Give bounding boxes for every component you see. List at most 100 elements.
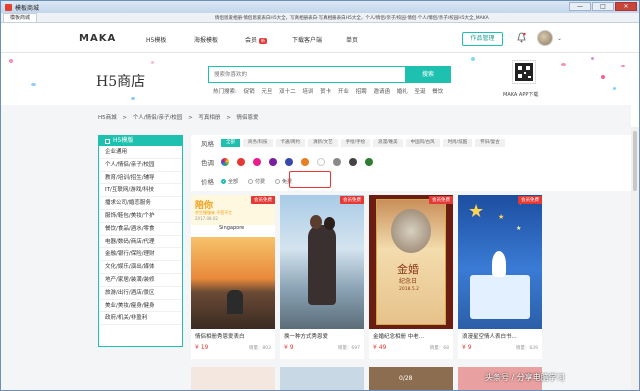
hot-term[interactable]: 开业	[338, 89, 349, 95]
breadcrumb-personal[interactable]: 个人/情侣/亲子/校园	[133, 115, 183, 121]
star-icon: ★	[468, 201, 485, 222]
scrollbar[interactable]	[631, 127, 639, 390]
price-all-radio[interactable]: 全部	[221, 178, 238, 185]
color-swatch[interactable]	[301, 158, 309, 166]
search-input[interactable]	[209, 67, 405, 82]
nav-poster-templates[interactable]: 海报模板	[194, 35, 218, 44]
sidebar-item[interactable]: 金融/银行/保险/理财	[99, 248, 182, 262]
maka-logo[interactable]: MAKA	[79, 33, 116, 44]
style-option[interactable]: 清新/文艺	[308, 139, 338, 147]
nav-h5-templates[interactable]: H5模板	[146, 35, 166, 44]
style-option[interactable]: 全部	[221, 139, 240, 147]
style-option[interactable]: 怀旧/复古	[475, 139, 505, 147]
card-title[interactable]: 浪漫星空情人表白书...	[462, 332, 517, 340]
close-button[interactable]: ✕	[615, 2, 637, 11]
search-box[interactable]	[208, 66, 406, 83]
sidebar-head[interactable]: H5模版	[99, 136, 182, 146]
price-paid-radio[interactable]: 付费	[248, 178, 265, 185]
sidebar-item[interactable]: 服饰/鞋包/美妆/个护	[99, 210, 182, 223]
hero-banner: H5商店 搜索 热门搜索: 促销 元旦 双十二 培训 贺卡 开业 招聘 邀请函 …	[1, 53, 639, 105]
nav-member-label: 会员	[245, 37, 258, 44]
sidebar-item[interactable]: 播求公司/婚恋服务	[99, 197, 182, 210]
color-swatch[interactable]	[365, 158, 373, 166]
template-thumbnail[interactable]: 陪你 余生慢慢来 不慌不忙 2017.08.02 Singapore 会员免费	[191, 195, 275, 329]
nav-download-client[interactable]: 下载客户端	[292, 35, 322, 44]
template-thumbnail[interactable]: 金婚 纪念日 2018.5.2 会员免费	[369, 195, 453, 329]
search-button[interactable]: 搜索	[405, 66, 451, 83]
maximize-button[interactable]: □	[592, 2, 614, 11]
hot-label: 热门搜索:	[213, 89, 237, 95]
hot-term[interactable]: 邀请函	[373, 89, 390, 95]
qr-label: MAKA APP下载	[503, 92, 539, 98]
hot-term[interactable]: 圣诞	[415, 89, 426, 95]
sidebar-item[interactable]: IT/互联网/游戏/科技	[99, 184, 182, 198]
hot-term[interactable]: 促销	[244, 89, 255, 95]
sidebar-item[interactable]: 地产/家居/装潢/装修	[99, 274, 182, 287]
style-option[interactable]: 浪漫/唯美	[373, 139, 403, 147]
style-option[interactable]: 手绘/手绘	[340, 139, 371, 147]
card-price: ¥ 19	[195, 344, 209, 351]
star-icon: ★	[498, 213, 505, 221]
color-filter-row: 色调	[191, 155, 381, 169]
card-title[interactable]: 金婚纪念相册 中老...	[373, 332, 424, 340]
nav-member[interactable]: 会员新	[245, 35, 268, 44]
price-all-label: 全部	[228, 178, 239, 185]
card-sales: 销量：697	[337, 346, 360, 351]
sidebar-item[interactable]: 个人/情侣/亲子/校园	[99, 159, 182, 172]
color-swatch[interactable]	[317, 158, 325, 166]
card-title[interactable]: 情侣相册秀恩爱表白	[195, 332, 245, 340]
sidebar-item[interactable]: 电器/数码/商店/代理	[99, 236, 182, 249]
browser-tab[interactable]: 模板商城	[3, 13, 38, 22]
sidebar-item[interactable]: 旅游/出行/酒店/景区	[99, 287, 182, 300]
template-thumbnail[interactable]: ★ ★ ★ ✦ 会员免费	[458, 195, 542, 329]
color-swatch[interactable]	[349, 158, 357, 166]
template-card-next[interactable]: 0/28	[369, 367, 453, 390]
hot-term[interactable]: 婚礼	[397, 89, 408, 95]
hot-term[interactable]: 招聘	[356, 89, 367, 95]
style-option[interactable]: 中国风/古风	[405, 139, 440, 147]
hot-term[interactable]: 贺卡	[320, 89, 331, 95]
template-card[interactable]: 陪你 余生慢慢来 不慌不忙 2017.08.02 Singapore 会员免费 …	[191, 195, 275, 359]
hot-term[interactable]: 元旦	[261, 89, 272, 95]
template-card[interactable]: 会员免费 换一种方式秀恩爱 ¥ 9 销量：697	[280, 195, 364, 359]
nav-single-page[interactable]: 单页	[346, 35, 358, 44]
scrollbar-thumb[interactable]	[633, 131, 637, 191]
chevron-down-icon[interactable]: ⌄	[557, 35, 562, 42]
style-option[interactable]: 商务/科技	[243, 139, 273, 147]
hot-term[interactable]: 双十二	[279, 89, 296, 95]
member-free-tag: 会员免费	[429, 196, 453, 204]
template-card[interactable]: 金婚 纪念日 2018.5.2 会员免费 金婚纪念相册 中老... ¥ 49 销…	[369, 195, 453, 359]
color-swatch[interactable]	[333, 158, 341, 166]
breadcrumb-album[interactable]: 写真相册	[198, 115, 220, 121]
top-nav: MAKA H5模板 海报模板 会员新 下载客户端 单页 作品管理 ⌄	[1, 24, 639, 53]
card-title[interactable]: 换一种方式秀恩爱	[284, 332, 328, 340]
sidebar-item[interactable]: 政府/机关/非盈利	[99, 312, 182, 326]
minimize-button[interactable]: —	[569, 2, 591, 11]
sidebar-item[interactable]: 餐饮/食品/酒水/零食	[99, 223, 182, 236]
template-card[interactable]: ★ ★ ★ ✦ 会员免费 浪漫星空情人表白书... ¥ 9 销量：839	[458, 195, 542, 359]
template-thumbnail[interactable]: 会员免费	[280, 195, 364, 329]
color-swatch[interactable]	[237, 158, 245, 166]
hot-term[interactable]: 培训	[302, 89, 313, 95]
color-swatch[interactable]	[253, 158, 261, 166]
breadcrumb: H5商城 > 个人/情侣/亲子/校园 > 写真相册 > 情侣恩爱	[98, 113, 263, 121]
manage-works-button[interactable]: 作品管理	[462, 32, 503, 46]
avatar[interactable]	[537, 30, 553, 46]
sidebar-item[interactable]: 教育/培训/招生/辅导	[99, 172, 182, 185]
template-grid: 陪你 余生慢慢来 不慌不忙 2017.08.02 Singapore 会员免费 …	[191, 195, 631, 390]
sidebar-item[interactable]: 文化/娱乐/演出/媒体	[99, 261, 182, 274]
member-free-tag: 会员免费	[518, 196, 542, 204]
sidebar-item[interactable]: 美业/美妆/瘦身/健身	[99, 300, 182, 313]
template-card-next[interactable]	[191, 367, 275, 390]
highlight-box	[289, 171, 331, 188]
color-swatch-all[interactable]	[221, 158, 229, 166]
color-swatch[interactable]	[285, 158, 293, 166]
color-swatch[interactable]	[269, 158, 277, 166]
hot-term[interactable]: 餐饮	[432, 89, 443, 95]
style-option[interactable]: 时尚/炫酷	[442, 139, 473, 147]
template-card-next[interactable]	[280, 367, 364, 390]
bell-icon[interactable]	[517, 32, 526, 43]
style-option[interactable]: 卡通/简约	[275, 139, 306, 147]
sidebar-item[interactable]: 企业通用	[99, 146, 182, 159]
breadcrumb-h5-shop[interactable]: H5商城	[98, 115, 117, 121]
